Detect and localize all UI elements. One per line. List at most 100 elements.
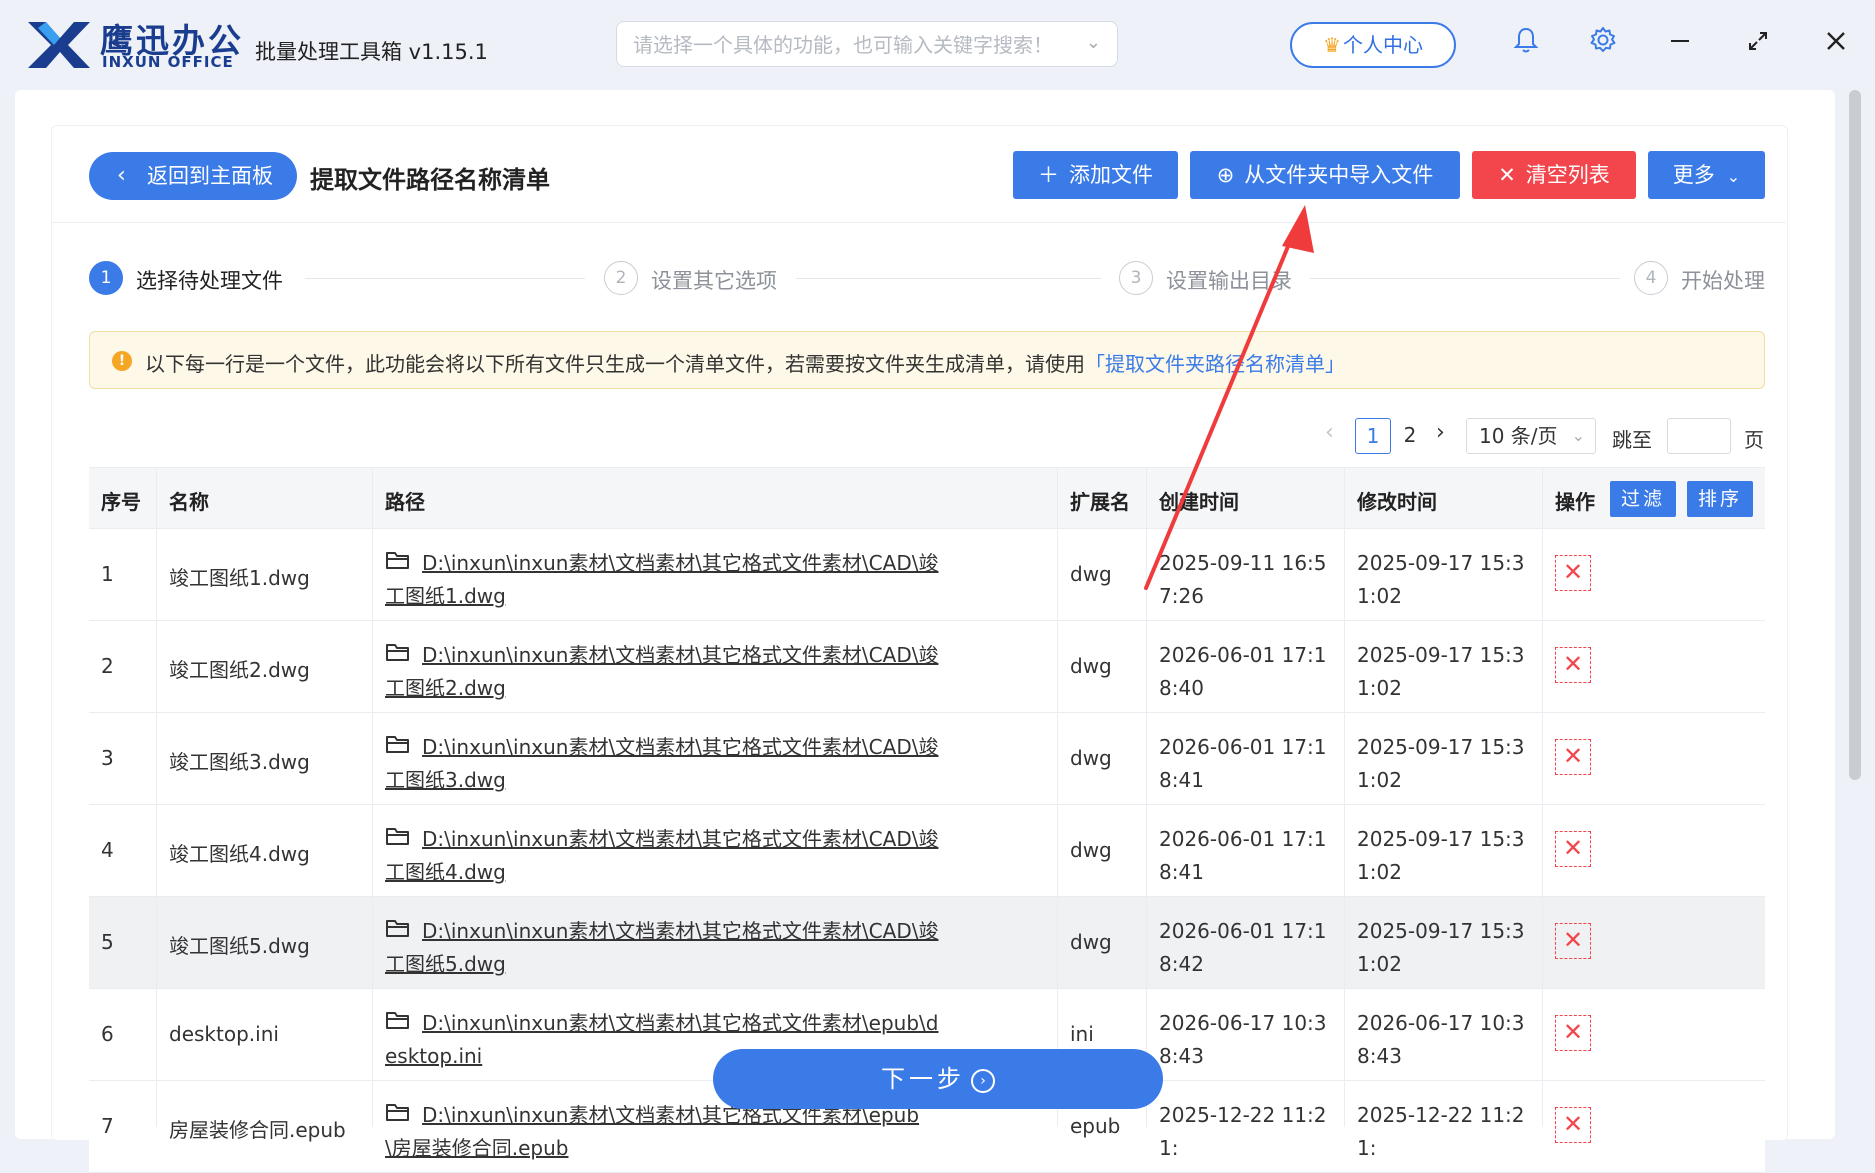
col-modified: 修改时间 <box>1357 490 1437 514</box>
file-path: D:\inxun\inxun素材\文档素材\其它格式文件素材\CAD\竣工图纸1… <box>385 547 945 613</box>
maximize-icon[interactable] <box>1740 26 1776 62</box>
file-path-link[interactable]: D:\inxun\inxun素材\文档素材\其它格式文件素材\CAD\竣工图纸2… <box>385 643 938 700</box>
col-created: 创建时间 <box>1159 490 1239 514</box>
file-name: 竣工图纸4.dwg <box>169 842 310 866</box>
delete-row-button[interactable]: ✕ <box>1555 831 1591 867</box>
created-time: 2026-06-17 10:38:43 <box>1159 1011 1327 1068</box>
page-title: 提取文件路径名称清单 <box>310 166 550 194</box>
table-header: 序号 名称 路径 扩展名 创建时间 修改时间 操作 过滤 排序 <box>89 467 1765 529</box>
scrollbar[interactable] <box>1849 90 1861 780</box>
minimize-icon[interactable] <box>1662 26 1698 62</box>
file-name: 竣工图纸1.dwg <box>169 566 310 590</box>
created-time: 2025-12-22 11:21: <box>1159 1103 1327 1160</box>
page-2[interactable]: 2 <box>1392 418 1428 454</box>
delete-row-button[interactable]: ✕ <box>1555 555 1591 591</box>
file-extension: dwg <box>1070 654 1112 678</box>
created-time: 2026-06-01 17:18:41 <box>1159 735 1327 792</box>
delete-row-button[interactable]: ✕ <box>1555 647 1591 683</box>
file-extension: dwg <box>1070 838 1112 862</box>
add-file-label: 添加文件 <box>1069 163 1153 187</box>
row-index: 4 <box>101 838 114 862</box>
file-name: desktop.ini <box>169 1022 279 1046</box>
user-center-button[interactable]: ♛ 个人中心 <box>1290 22 1456 68</box>
plus-circle-icon: ⊕ <box>1216 163 1235 187</box>
next-step-button[interactable]: 下一步 › <box>713 1049 1163 1109</box>
inxun-logo-icon <box>28 22 90 68</box>
step-connector <box>305 278 585 279</box>
page-size-value: 10 条/页 <box>1479 424 1558 448</box>
clear-list-button[interactable]: ✕ 清空列表 <box>1472 151 1636 199</box>
folder-list-link[interactable]: 「提取文件夹路径名称清单」 <box>1085 352 1345 376</box>
bell-icon[interactable] <box>1508 26 1544 62</box>
step-label: 设置其它选项 <box>651 269 777 293</box>
chevron-left-icon: ‹ <box>117 163 126 188</box>
divider <box>52 222 1786 223</box>
file-path-link[interactable]: D:\inxun\inxun素材\文档素材\其它格式文件素材\CAD\竣工图纸5… <box>385 919 938 976</box>
user-center-label: 个人中心 <box>1342 33 1423 57</box>
delete-row-button[interactable]: ✕ <box>1555 739 1591 775</box>
close-icon[interactable] <box>1818 26 1854 62</box>
created-time: 2026-06-01 17:18:41 <box>1159 827 1327 884</box>
clear-list-label: 清空列表 <box>1525 163 1610 187</box>
prev-page-icon[interactable]: ‹ <box>1325 420 1334 456</box>
table-row[interactable]: 1 竣工图纸1.dwg D:\inxun\inxun素材\文档素材\其它格式文件素材… <box>89 529 1765 621</box>
delete-row-button[interactable]: ✕ <box>1555 1015 1591 1051</box>
modified-time: 2026-06-17 10:38:43 <box>1357 1011 1525 1068</box>
file-path: D:\inxun\inxun素材\文档素材\其它格式文件素材\CAD\竣工图纸3… <box>385 731 945 797</box>
file-path-link[interactable]: D:\inxun\inxun素材\文档素材\其它格式文件素材\CAD\竣工图纸3… <box>385 735 938 792</box>
file-path: D:\inxun\inxun素材\文档素材\其它格式文件素材\CAD\竣工图纸5… <box>385 915 945 981</box>
goto-page-input[interactable] <box>1667 418 1731 454</box>
modified-time: 2025-09-17 15:31:02 <box>1357 735 1525 792</box>
chevron-down-icon: ⌄ <box>1571 426 1585 445</box>
back-to-main-button[interactable]: ‹ 返回到主面板 <box>89 152 297 200</box>
more-button[interactable]: 更多 ⌄ <box>1648 151 1765 199</box>
table-row[interactable]: 4 竣工图纸4.dwg D:\inxun\inxun素材\文档素材\其它格式文件素材… <box>89 805 1765 897</box>
next-page-icon[interactable]: › <box>1436 420 1445 456</box>
modified-time: 2025-09-17 15:31:02 <box>1357 827 1525 884</box>
modified-time: 2025-09-17 15:31:02 <box>1357 551 1525 608</box>
file-extension: dwg <box>1070 930 1112 954</box>
notice-banner: ! 以下每一行是一个文件，此功能会将以下所有文件只生成一个清单文件，若需要按文件… <box>89 331 1765 389</box>
page-1[interactable]: 1 <box>1355 418 1391 454</box>
add-file-button[interactable]: ＋ 添加文件 <box>1013 151 1178 199</box>
file-name: 竣工图纸5.dwg <box>169 934 310 958</box>
row-index: 5 <box>101 930 114 954</box>
filter-button[interactable]: 过滤 <box>1610 481 1676 517</box>
file-path-link[interactable]: D:\inxun\inxun素材\文档素材\其它格式文件素材\CAD\竣工图纸1… <box>385 551 938 608</box>
delete-row-button[interactable]: ✕ <box>1555 923 1591 959</box>
function-search[interactable]: ⌄ <box>616 21 1118 67</box>
row-index: 7 <box>101 1114 114 1138</box>
chevron-right-circle-icon: › <box>971 1069 995 1093</box>
search-input[interactable] <box>631 30 1065 60</box>
app-title: 批量处理工具箱 v1.15.1 <box>255 40 488 64</box>
column-divider <box>1146 467 1147 1127</box>
gear-icon[interactable] <box>1585 26 1621 62</box>
step-label: 选择待处理文件 <box>136 269 283 293</box>
table-row[interactable]: 2 竣工图纸2.dwg D:\inxun\inxun素材\文档素材\其它格式文件素材… <box>89 621 1765 713</box>
back-label: 返回到主面板 <box>147 164 273 188</box>
chevron-down-icon[interactable]: ⌄ <box>1086 32 1101 53</box>
table-row[interactable]: 5 竣工图纸5.dwg D:\inxun\inxun素材\文档素材\其它格式文件素材… <box>89 897 1765 989</box>
step-connector <box>796 278 1101 279</box>
notice-text: 以下每一行是一个文件，此功能会将以下所有文件只生成一个清单文件，若需要按文件夹生… <box>145 348 1345 377</box>
sort-button[interactable]: 排序 <box>1687 481 1753 517</box>
column-divider <box>1542 467 1543 1127</box>
file-extension: dwg <box>1070 562 1112 586</box>
modified-time: 2025-12-22 11:21: <box>1357 1103 1525 1160</box>
col-path: 路径 <box>385 490 425 514</box>
import-folder-button[interactable]: ⊕ 从文件夹中导入文件 <box>1190 151 1460 199</box>
goto-label: 跳至 <box>1612 428 1652 452</box>
next-step-label: 下一步 <box>881 1065 965 1093</box>
created-time: 2026-06-01 17:18:40 <box>1159 643 1327 700</box>
page-size-select[interactable]: 10 条/页 ⌄ <box>1466 418 1596 454</box>
delete-row-button[interactable]: ✕ <box>1555 1107 1591 1143</box>
column-divider <box>1057 467 1058 1127</box>
file-extension: epub <box>1070 1114 1121 1138</box>
step-number: 3 <box>1119 261 1153 295</box>
file-extension: ini <box>1070 1022 1094 1046</box>
file-path-link[interactable]: D:\inxun\inxun素材\文档素材\其它格式文件素材\epub\房屋装修… <box>385 1103 919 1160</box>
table-row[interactable]: 3 竣工图纸3.dwg D:\inxun\inxun素材\文档素材\其它格式文件素材… <box>89 713 1765 805</box>
col-extension: 扩展名 <box>1070 490 1130 514</box>
modified-time: 2025-09-17 15:31:02 <box>1357 643 1525 700</box>
file-path-link[interactable]: D:\inxun\inxun素材\文档素材\其它格式文件素材\CAD\竣工图纸4… <box>385 827 938 884</box>
